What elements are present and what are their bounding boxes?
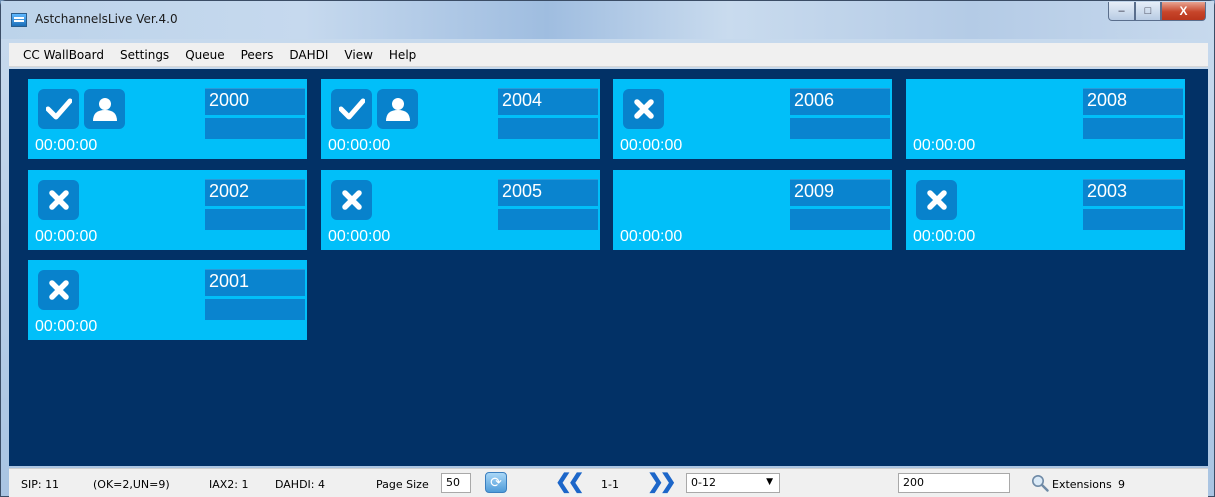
- extension-number: 2006: [790, 88, 890, 115]
- call-timer: 00:00:00: [913, 137, 976, 154]
- call-timer: 00:00:00: [620, 137, 683, 154]
- page-size-input[interactable]: 50: [441, 473, 471, 493]
- app-window: AstchannelsLive Ver.4.0 – □ X CC WallBoa…: [0, 0, 1215, 497]
- menu-dahdi[interactable]: DAHDI: [281, 48, 336, 62]
- status-icons: [916, 180, 957, 220]
- status-icons: [38, 270, 79, 310]
- search-icon[interactable]: [1031, 474, 1049, 492]
- menu-settings[interactable]: Settings: [112, 48, 177, 62]
- extension-number: 2000: [205, 88, 305, 115]
- dahdi-count: DAHDI: 4: [275, 478, 325, 491]
- extension-card[interactable]: 2000 00:00:00: [28, 79, 307, 159]
- extension-card[interactable]: 2003 00:00:00: [906, 170, 1185, 250]
- extension-number: 2008: [1083, 88, 1183, 115]
- call-timer: 00:00:00: [35, 137, 98, 154]
- close-icon: [623, 89, 664, 129]
- extension-detail-field: [790, 209, 890, 230]
- extension-card[interactable]: 2001 00:00:00: [28, 260, 307, 340]
- app-icon: [11, 13, 27, 27]
- sip-count: SIP: 11: [21, 478, 60, 491]
- extension-card[interactable]: 2004 00:00:00: [321, 79, 600, 159]
- call-timer: 00:00:00: [620, 228, 683, 245]
- extension-number: 2003: [1083, 179, 1183, 206]
- extension-card[interactable]: 2002 00:00:00: [28, 170, 307, 250]
- close-icon: [331, 180, 372, 220]
- window-title: AstchannelsLive Ver.4.0: [35, 12, 178, 26]
- extension-detail-field: [205, 118, 305, 139]
- menu-help[interactable]: Help: [381, 48, 424, 62]
- range-select[interactable]: 0-12 ▼: [686, 473, 780, 493]
- extension-detail-field: [498, 209, 598, 230]
- extension-detail-field: [205, 209, 305, 230]
- call-timer: 00:00:00: [913, 228, 976, 245]
- chevron-down-icon: ▼: [766, 477, 773, 487]
- status-icons: [623, 89, 664, 129]
- call-timer: 00:00:00: [328, 137, 391, 154]
- filter-input[interactable]: 200: [898, 473, 1010, 493]
- next-page-icon[interactable]: ❯❯: [647, 472, 676, 492]
- menu-queue[interactable]: Queue: [177, 48, 232, 62]
- close-icon: [38, 270, 79, 310]
- range-select-value: 0-12: [691, 476, 716, 489]
- title-bar[interactable]: AstchannelsLive Ver.4.0 – □ X: [1, 1, 1214, 39]
- refresh-icon[interactable]: ⟳: [485, 472, 507, 493]
- minimize-button[interactable]: –: [1108, 2, 1135, 21]
- extension-card[interactable]: 2009 00:00:00: [613, 170, 892, 250]
- status-bar: SIP: 11 (OK=2,UN=9) IAX2: 1 DAHDI: 4 Pag…: [9, 468, 1208, 497]
- status-icons: [331, 180, 372, 220]
- extension-detail-field: [1083, 209, 1183, 230]
- extension-card[interactable]: 2008 00:00:00: [906, 79, 1185, 159]
- menu-cc-wallboard[interactable]: CC WallBoard: [9, 48, 112, 62]
- menu-peers[interactable]: Peers: [233, 48, 282, 62]
- user-icon: [84, 89, 125, 129]
- extension-detail-field: [1083, 118, 1183, 139]
- window-controls: – □ X: [1108, 2, 1206, 21]
- iax2-count: IAX2: 1: [209, 478, 249, 491]
- page-range: 1-1: [601, 478, 619, 491]
- maximize-button[interactable]: □: [1135, 2, 1161, 21]
- extension-number: 2009: [790, 179, 890, 206]
- extension-detail-field: [205, 299, 305, 320]
- extension-board: 2000 00:00:00 2004 00:00:00 2006 00:00:00 2008…: [9, 69, 1208, 466]
- call-timer: 00:00:00: [328, 228, 391, 245]
- user-icon: [377, 89, 418, 129]
- close-icon: [916, 180, 957, 220]
- extension-detail-field: [790, 118, 890, 139]
- extension-number: 2004: [498, 88, 598, 115]
- status-icons: [38, 180, 79, 220]
- close-icon: [38, 180, 79, 220]
- menu-bar: CC WallBoard Settings Queue Peers DAHDI …: [9, 43, 1208, 67]
- extension-number: 2005: [498, 179, 598, 206]
- extension-number: 2002: [205, 179, 305, 206]
- call-timer: 00:00:00: [35, 228, 98, 245]
- status-icons: [38, 89, 125, 129]
- extensions-label: Extensions: [1052, 478, 1112, 491]
- page-size-label: Page Size: [376, 478, 429, 491]
- status-icons: [331, 89, 418, 129]
- extension-card[interactable]: 2006 00:00:00: [613, 79, 892, 159]
- check-icon: [38, 89, 79, 129]
- call-timer: 00:00:00: [35, 318, 98, 335]
- close-button[interactable]: X: [1161, 2, 1206, 21]
- extensions-count: 9: [1118, 478, 1125, 491]
- sip-detail: (OK=2,UN=9): [93, 478, 170, 491]
- extension-detail-field: [498, 118, 598, 139]
- menu-view[interactable]: View: [336, 48, 380, 62]
- extension-number: 2001: [205, 269, 305, 296]
- extension-card[interactable]: 2005 00:00:00: [321, 170, 600, 250]
- previous-page-icon[interactable]: ❮❮: [555, 472, 584, 492]
- check-icon: [331, 89, 372, 129]
